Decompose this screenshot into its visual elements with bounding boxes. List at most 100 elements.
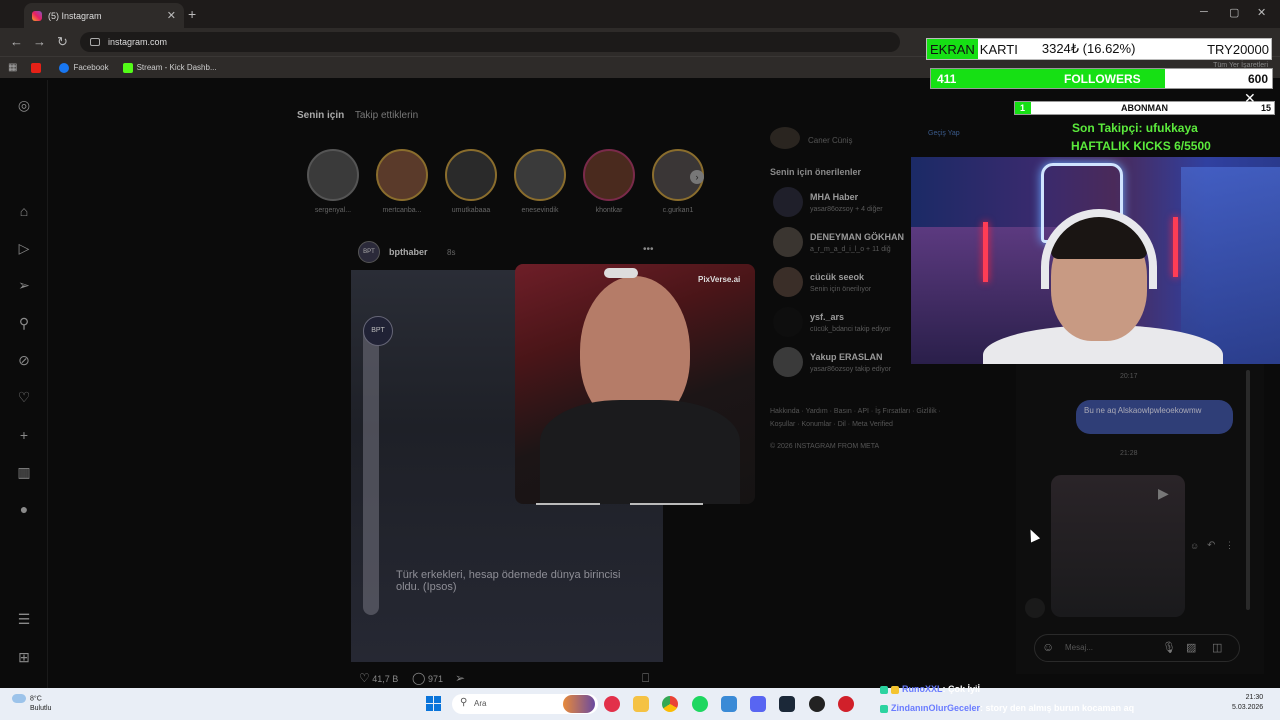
post-age: 8s — [447, 248, 456, 257]
suggestion-name[interactable]: DENEYMAN GÖKHAN — [810, 232, 904, 242]
create-icon[interactable]: + — [15, 426, 33, 444]
kick-icon — [122, 62, 133, 73]
switch-account-link[interactable]: Geçiş Yap — [928, 130, 960, 137]
apps-grid-icon[interactable]: ▦ — [8, 62, 17, 73]
story-avatar[interactable] — [376, 149, 428, 201]
tab-instagram[interactable]: (5) Instagram ✕ — [24, 3, 184, 28]
search-highlight-icon[interactable] — [563, 695, 595, 713]
chat-message: RunoXXL: Çok İyiİ — [880, 684, 980, 694]
new-tab-button[interactable]: + — [188, 6, 196, 22]
suggestion-avatar[interactable] — [773, 267, 803, 297]
story-avatar[interactable] — [307, 149, 359, 201]
post-author-name[interactable]: bpthaber — [389, 247, 428, 257]
tab-for-you[interactable]: Senin için — [297, 110, 344, 121]
dm-sender-avatar — [1025, 598, 1045, 618]
suggestion-avatar[interactable] — [773, 187, 803, 217]
obs-icon[interactable] — [809, 696, 825, 712]
emoji-react-icon[interactable]: ☺ — [1190, 541, 1199, 551]
ekran-label-2: KARTI — [979, 41, 1018, 57]
webcam-red-light — [983, 222, 988, 282]
reload-icon[interactable]: ↻ — [57, 34, 68, 50]
story-avatar[interactable] — [445, 149, 497, 201]
explore-icon[interactable]: ⊘ — [15, 351, 33, 369]
stories-next-arrow-icon[interactable]: › — [690, 170, 704, 184]
more-options-icon[interactable]: ⋮ — [1225, 540, 1234, 551]
suggestion-name[interactable]: ysf._ars — [810, 312, 844, 322]
post-more-options-icon[interactable]: ••• — [643, 244, 654, 255]
notifications-heart-icon[interactable]: ♡ — [15, 388, 33, 406]
suggestion-avatar[interactable] — [773, 307, 803, 337]
maximize-button[interactable]: ▢ — [1229, 6, 1239, 19]
tab-following[interactable]: Takip ettiklerin — [355, 110, 418, 121]
post-author-avatar[interactable]: BPT — [358, 241, 380, 263]
file-explorer-icon[interactable] — [633, 696, 649, 712]
play-icon[interactable]: ▶ — [1158, 485, 1169, 502]
emoji-icon[interactable]: ☺ — [1042, 640, 1054, 654]
bookmark-facebook[interactable]: Facebook — [59, 62, 109, 73]
like-button[interactable]: ♡ 41,7 B — [359, 671, 398, 685]
discord-icon[interactable] — [750, 696, 766, 712]
suggestion-sub: cücük_bdanci takip ediyor — [810, 326, 891, 333]
sticker-icon[interactable]: ◫ — [1212, 641, 1222, 654]
suggestion-sub: Senin için önerilıyor — [810, 286, 872, 293]
reply-icon[interactable]: ↶ — [1207, 540, 1215, 551]
suggestion-avatar[interactable] — [773, 347, 803, 377]
footer-links[interactable]: Hakkında · Yardım · Basın · API · İş Fır… — [770, 405, 960, 431]
windows-start-icon[interactable] — [426, 696, 441, 711]
youtube-bookmark[interactable] — [31, 62, 45, 73]
dm-scrollbar[interactable] — [1246, 370, 1250, 610]
suggestion-name[interactable]: MHA Haber — [810, 192, 858, 202]
steam-icon[interactable] — [779, 696, 795, 712]
chat-badge-icon — [880, 704, 888, 713]
app-icon[interactable] — [721, 696, 737, 712]
like-count: 41,7 B — [372, 674, 399, 684]
dm-timestamp: 21:28 — [1120, 450, 1138, 457]
close-window-button[interactable]: ✕ — [1257, 6, 1266, 19]
taskbar-clock[interactable]: 21:30 5.03.2026 — [1232, 693, 1263, 713]
share-icon[interactable]: ➢ — [455, 671, 465, 685]
current-user-avatar[interactable] — [770, 127, 800, 149]
dashboard-icon[interactable]: ▥ — [15, 463, 33, 481]
webcam-red-light — [1173, 217, 1178, 277]
back-arrow-icon[interactable]: ← — [10, 34, 23, 49]
microphone-icon[interactable]: 🎙 — [1162, 641, 1176, 654]
weekly-kicks: HAFTALIK KICKS 6/5500 — [1071, 139, 1211, 153]
reels-icon[interactable]: ▷ — [15, 239, 33, 257]
suggestion-avatar[interactable] — [773, 227, 803, 257]
story-avatar[interactable] — [583, 149, 635, 201]
app-icon[interactable] — [838, 696, 854, 712]
suggestions-title: Senin için önerilenler — [770, 167, 862, 177]
message-input[interactable]: Mesaj... — [1034, 634, 1240, 662]
facebook-icon — [59, 62, 70, 73]
chrome-icon[interactable] — [662, 696, 678, 712]
instagram-logo-icon[interactable]: ◎ — [15, 96, 33, 114]
save-bookmark-icon[interactable]: ⎕ — [642, 671, 649, 686]
spotify-icon[interactable] — [692, 696, 708, 712]
close-tab-icon[interactable]: ✕ — [167, 9, 176, 22]
more-menu-icon[interactable]: ☰ — [15, 610, 33, 628]
chat-message: ZindanınOlurGeceler: story den almış bur… — [880, 703, 1134, 713]
site-info-icon[interactable] — [90, 38, 100, 46]
dm-message-bubble[interactable]: Bu ne aq Alskaowlpwleoekowmw — [1076, 400, 1233, 434]
profile-avatar-icon[interactable]: ● — [15, 500, 33, 518]
comment-button[interactable]: ◯ 971 — [412, 671, 443, 685]
minimize-button[interactable]: ─ — [1200, 6, 1208, 18]
suggestion-name[interactable]: Yakup ERASLAN — [810, 352, 883, 362]
bookmark-kick[interactable]: Stream - Kick Dashb... — [122, 62, 217, 73]
search-icon[interactable]: ⚲ — [15, 314, 33, 332]
address-bar[interactable]: instagram.com — [80, 32, 900, 52]
overlay-close-icon[interactable]: ✕ — [1244, 90, 1256, 107]
image-icon[interactable]: ▨ — [1186, 641, 1196, 654]
direct-messages-icon[interactable]: ➢ — [15, 276, 33, 294]
weather-widget[interactable]: 8°C Bulutlu — [12, 694, 51, 714]
story-avatar[interactable] — [514, 149, 566, 201]
media-player-icon[interactable] — [604, 696, 620, 712]
abonman-goal-bar: 1 ABONMAN 15 — [1014, 101, 1275, 115]
also-from-meta-icon[interactable]: ⊞ — [15, 648, 33, 666]
current-user-name[interactable]: Caner Cüniş — [808, 136, 852, 145]
suggestion-name[interactable]: cücük seeok — [810, 272, 864, 282]
abonman-current: 1 — [1020, 103, 1026, 113]
forward-arrow-icon[interactable]: → — [33, 34, 46, 49]
home-icon[interactable]: ⌂ — [15, 202, 33, 220]
ekran-value: 3324₺ (16.62%) — [1041, 41, 1136, 56]
